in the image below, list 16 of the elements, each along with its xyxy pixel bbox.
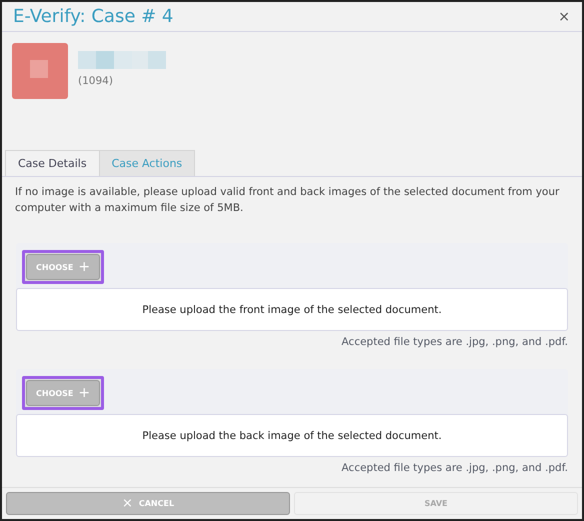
case-id: (1094) [78, 75, 114, 87]
upload-prompt: Please upload the back image of the selected document. [142, 430, 442, 442]
window-title: E-Verify: Case # 4 [13, 6, 174, 27]
close-button[interactable]: × [558, 8, 570, 24]
upload-dropzone[interactable]: Please upload the back image of the selected document. [16, 414, 568, 457]
footer-button[interactable]: × CANCEL [6, 492, 290, 515]
upload-dropzone[interactable]: Please upload the front image of the selected document. [16, 288, 568, 331]
instructions-text: If no image is available, please upload valid front and back images of the selected document from your computer with a maximum file size of 5MB. [14, 185, 560, 216]
tab[interactable]: Case Details [5, 150, 100, 176]
file-types-note: Accepted file types are .jpg, .png, and .pdf. [340, 336, 568, 348]
choose-button[interactable]: CHOOSE + [26, 254, 100, 280]
avatar-icon [12, 43, 68, 99]
choose-button[interactable]: CHOOSE + [26, 380, 100, 406]
upload-prompt: Please upload the front image of the selected document. [142, 304, 442, 316]
tab[interactable]: Case Actions [98, 150, 196, 176]
file-types-note: Accepted file types are .jpg, .png, and .pdf. [340, 462, 568, 474]
